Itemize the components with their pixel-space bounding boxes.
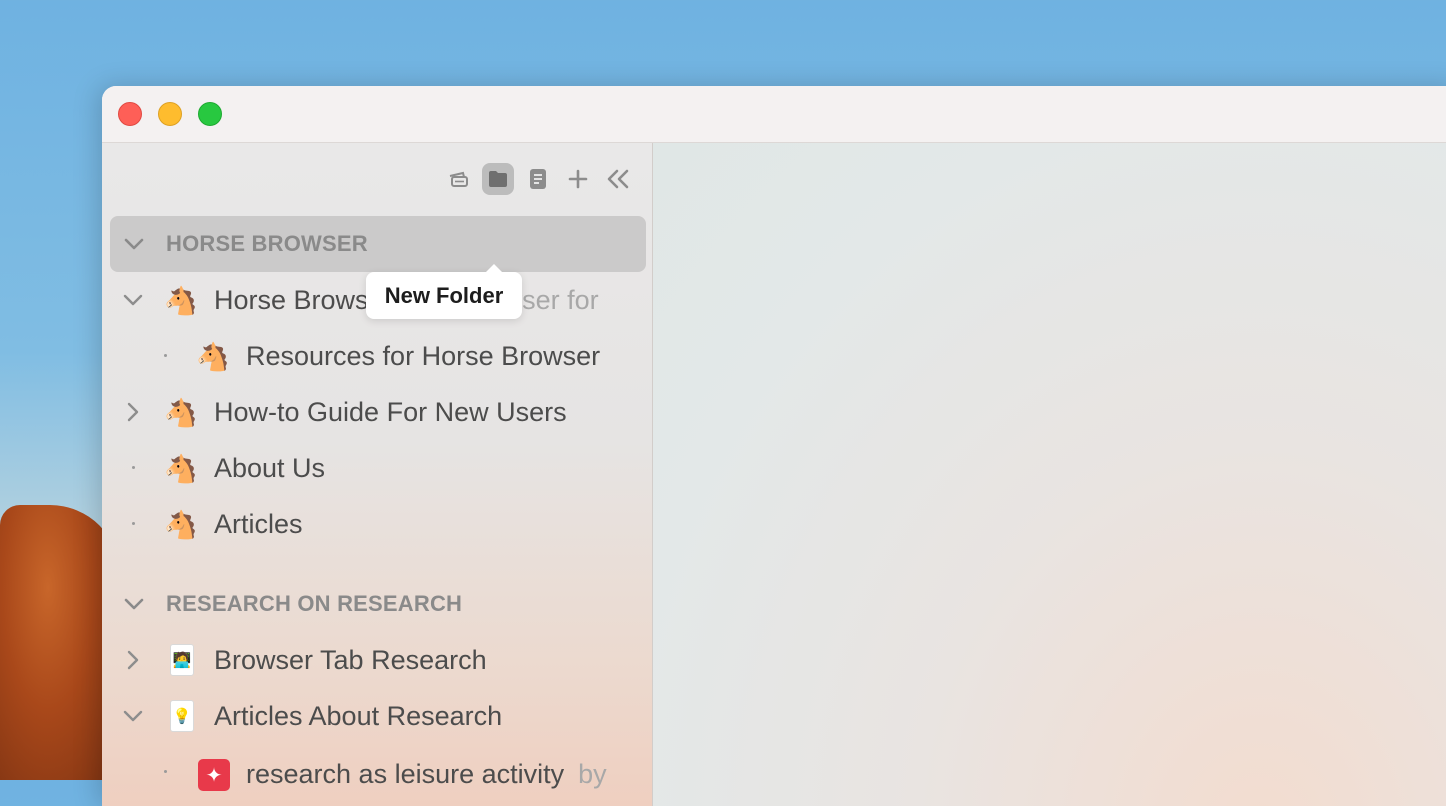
horse-icon: 🐴 bbox=[164, 398, 198, 428]
horse-icon: 🐴 bbox=[164, 454, 198, 484]
technologist-page-icon: 🧑‍💻 bbox=[170, 644, 194, 676]
item-title: About Us bbox=[214, 453, 326, 483]
chevron-down-icon[interactable] bbox=[122, 592, 146, 622]
chevron-right-icon[interactable] bbox=[122, 401, 144, 423]
sidebar-item-articles[interactable]: 🐴 Articles bbox=[102, 496, 652, 552]
section-title: RESEARCH ON RESEARCH bbox=[166, 591, 463, 616]
sidebar-item-how-to-guide[interactable]: 🐴 How-to Guide For New Users bbox=[102, 384, 652, 440]
new-note-button[interactable] bbox=[522, 163, 554, 195]
item-title: research as leisure activity bbox=[246, 759, 565, 789]
item-title: Articles bbox=[214, 509, 303, 539]
sidebar-item-about-us[interactable]: 🐴 About Us bbox=[102, 440, 652, 496]
chevron-down-icon[interactable] bbox=[122, 232, 146, 262]
note-icon bbox=[529, 168, 547, 190]
close-window-button[interactable] bbox=[118, 102, 142, 126]
item-subtitle: by bbox=[578, 759, 607, 789]
add-button[interactable] bbox=[562, 163, 594, 195]
horse-icon: 🐴 bbox=[164, 510, 198, 540]
title-bar bbox=[102, 86, 1446, 143]
sidebar-item-articles-about-research[interactable]: 💡 Articles About Research bbox=[102, 688, 652, 744]
section-header-horse-browser[interactable]: HORSE BROWSER bbox=[110, 216, 646, 272]
item-title: Articles About Research bbox=[214, 701, 503, 731]
sidebar-item-research-leisure[interactable]: ✦ research as leisure activity by bbox=[102, 744, 652, 800]
section-header-research-on-research[interactable]: RESEARCH ON RESEARCH bbox=[110, 576, 646, 632]
horse-icon: 🐴 bbox=[164, 286, 198, 316]
maximize-window-button[interactable] bbox=[198, 102, 222, 126]
section-title: HORSE BROWSER bbox=[166, 231, 368, 256]
horse-icon: 🐴 bbox=[196, 342, 230, 372]
lightbulb-page-icon: 💡 bbox=[170, 700, 194, 732]
chevron-right-icon[interactable] bbox=[122, 649, 144, 671]
tooltip-text: New Folder bbox=[384, 282, 504, 308]
item-title: Browser Tab Research bbox=[214, 645, 487, 675]
new-folder-button[interactable] bbox=[482, 163, 514, 195]
collapse-sidebar-button[interactable] bbox=[602, 163, 634, 195]
sparkle-icon: ✦ bbox=[198, 759, 230, 791]
item-title: Resources for Horse Browser bbox=[246, 341, 601, 371]
bullet-dot bbox=[132, 466, 135, 469]
main-content-area bbox=[653, 143, 1446, 806]
chevron-down-icon[interactable] bbox=[122, 289, 144, 311]
tooltip: New Folder bbox=[366, 264, 522, 319]
chevron-down-icon[interactable] bbox=[122, 705, 144, 727]
plus-icon bbox=[568, 169, 588, 189]
item-title: How-to Guide For New Users bbox=[214, 397, 567, 427]
minimize-window-button[interactable] bbox=[158, 102, 182, 126]
bullet-dot bbox=[164, 354, 167, 357]
sidebar-item-browser-tab-research[interactable]: 🧑‍💻 Browser Tab Research bbox=[102, 632, 652, 688]
bullet-dot bbox=[164, 770, 167, 773]
sidebar-item-resources[interactable]: 🐴 Resources for Horse Browser bbox=[102, 328, 652, 384]
double-chevron-left-icon bbox=[606, 169, 630, 189]
cards-icon[interactable] bbox=[442, 163, 474, 195]
folder-icon bbox=[487, 170, 509, 188]
bullet-dot bbox=[132, 522, 135, 525]
app-window: New Folder HORSE BROWSER 🐴 Horse Browser… bbox=[102, 86, 1446, 806]
sidebar: New Folder HORSE BROWSER 🐴 Horse Browser… bbox=[102, 143, 653, 806]
